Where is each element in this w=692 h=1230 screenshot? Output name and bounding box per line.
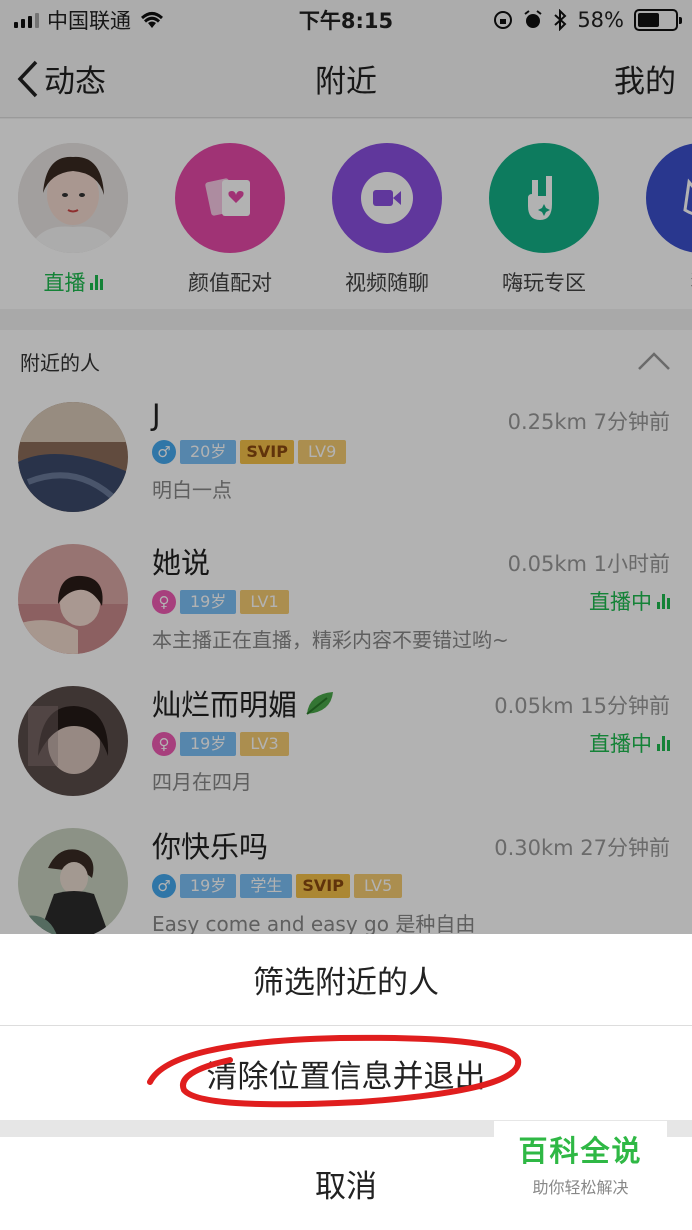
modal-overlay[interactable] <box>0 0 692 934</box>
clear-location-label: 清除位置信息并退出 <box>206 1058 486 1095</box>
clear-location-button[interactable]: 清除位置信息并退出 <box>0 1026 692 1120</box>
watermark: 百科全说 助你轻松解决 <box>494 1121 667 1205</box>
watermark-title: 百科全说 <box>518 1134 643 1168</box>
watermark-subtitle: 助你轻松解决 <box>532 1178 629 1197</box>
filter-nearby-button[interactable]: 筛选附近的人 <box>0 934 692 1026</box>
